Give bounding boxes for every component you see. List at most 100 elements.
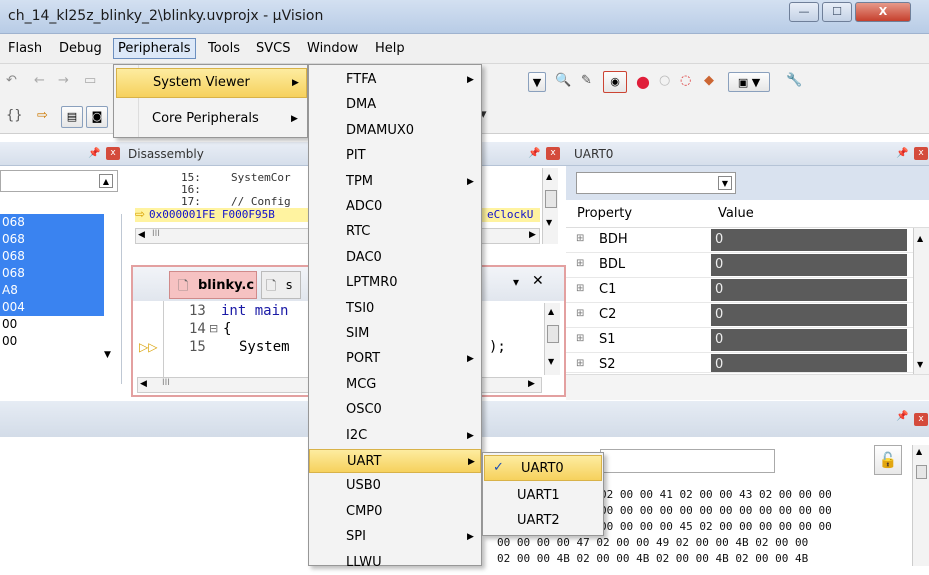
- maximize-button[interactable]: ☐: [822, 2, 852, 22]
- menu-flash[interactable]: Flash: [8, 41, 42, 56]
- menu-item-rtc[interactable]: RTC: [309, 220, 481, 244]
- scroll-up-icon[interactable]: ▲: [548, 307, 554, 316]
- scroll-right-icon[interactable]: ▶: [528, 379, 535, 389]
- close-button[interactable]: X: [855, 2, 911, 22]
- register-row[interactable]: 068: [0, 265, 104, 282]
- menu-item-adc0[interactable]: ADC0: [309, 195, 481, 219]
- uart-vscroll[interactable]: ▲ ▼: [913, 228, 929, 374]
- property-value[interactable]: 0: [711, 229, 907, 251]
- command-window-icon[interactable]: ▤: [61, 106, 83, 128]
- minimize-button[interactable]: —: [789, 2, 819, 22]
- pin-icon[interactable]: 📌: [896, 142, 908, 166]
- scroll-right-icon[interactable]: ▶: [529, 230, 536, 240]
- scroll-down-icon[interactable]: ▼: [104, 350, 111, 360]
- back-icon[interactable]: ←: [34, 73, 45, 88]
- property-value[interactable]: 0: [711, 254, 907, 276]
- register-row[interactable]: 068: [0, 248, 104, 265]
- menu-tools[interactable]: Tools: [208, 41, 240, 56]
- scroll-left-icon[interactable]: ◀: [140, 379, 147, 389]
- expand-icon[interactable]: ⊞: [576, 233, 584, 244]
- memory-address-input[interactable]: [600, 449, 775, 473]
- menu-debug[interactable]: Debug: [59, 41, 102, 56]
- menu-help[interactable]: Help: [375, 41, 405, 56]
- register-row[interactable]: 068: [0, 231, 104, 248]
- property-row[interactable]: ⊞ S1 0: [566, 328, 929, 353]
- menu-item-lptmr0[interactable]: LPTMR0: [309, 271, 481, 295]
- pin-icon[interactable]: 📌: [88, 142, 100, 166]
- property-row[interactable]: ⊞ BDH 0: [566, 228, 929, 253]
- menu-item-tpm[interactable]: TPM ▶: [309, 170, 481, 194]
- scroll-down-icon[interactable]: ▼: [548, 357, 554, 366]
- close-pane-icon[interactable]: x: [914, 413, 928, 426]
- menu-item-i2c[interactable]: I2C ▶: [309, 424, 481, 448]
- scroll-thumb[interactable]: [545, 190, 557, 208]
- property-value[interactable]: 0: [711, 329, 907, 351]
- close-pane-icon[interactable]: x: [106, 147, 120, 160]
- property-row[interactable]: ⊞ C1 0: [566, 278, 929, 303]
- undo-icon[interactable]: ↶: [6, 73, 17, 88]
- property-value[interactable]: 0: [711, 304, 907, 326]
- debug-session-icon[interactable]: ◉: [603, 71, 627, 93]
- tab-list-icon[interactable]: ▾: [513, 275, 519, 289]
- scroll-thumb[interactable]: III: [162, 378, 170, 388]
- forward-icon[interactable]: →: [58, 73, 69, 88]
- scroll-thumb[interactable]: [916, 465, 927, 479]
- menu-item-usb0[interactable]: USB0: [309, 474, 481, 498]
- expand-icon[interactable]: ⊞: [576, 258, 584, 269]
- register-row[interactable]: A8: [0, 282, 104, 299]
- target-dropdown-icon[interactable]: ▼: [528, 72, 546, 92]
- scroll-thumb[interactable]: III: [152, 229, 160, 239]
- scroll-up-icon[interactable]: ▲: [917, 234, 923, 243]
- chevron-down-icon[interactable]: ▼: [718, 176, 732, 190]
- property-row[interactable]: ⊞ S2 0: [566, 353, 929, 373]
- peripheral-select[interactable]: ▼: [576, 172, 736, 194]
- register-row[interactable]: 068: [0, 214, 104, 231]
- tab-other[interactable]: 🗋 s: [261, 271, 301, 299]
- disasm-vscroll[interactable]: ▲ ▼: [542, 168, 558, 244]
- watch-icon[interactable]: ◆: [704, 73, 714, 88]
- menu-item-cmp0[interactable]: CMP0: [309, 500, 481, 524]
- menu-item-uart0[interactable]: ✓ UART0: [484, 455, 602, 481]
- editor-vscroll[interactable]: ▲ ▼: [544, 303, 560, 375]
- property-row[interactable]: ⊞ BDL 0: [566, 253, 929, 278]
- scroll-down-icon[interactable]: ▼: [546, 218, 552, 227]
- menu-peripherals[interactable]: Peripherals: [113, 38, 196, 59]
- property-value[interactable]: 0: [711, 354, 907, 372]
- menu-item-osc0[interactable]: OSC0: [309, 398, 481, 422]
- bookmark-icon[interactable]: ▭: [84, 73, 96, 88]
- menu-item-dmamux0[interactable]: DMAMUX0: [309, 119, 481, 143]
- menu-svcs[interactable]: SVCS: [256, 41, 290, 56]
- property-value[interactable]: 0: [711, 279, 907, 301]
- wrench-icon[interactable]: 🔧: [786, 73, 802, 88]
- menu-item-core-peripherals[interactable]: Core Peripherals ▶: [114, 105, 307, 135]
- register-row[interactable]: 004: [0, 299, 104, 316]
- scroll-down-icon[interactable]: ▼: [917, 360, 923, 369]
- menu-item-pit[interactable]: PIT: [309, 144, 481, 168]
- scroll-up-icon[interactable]: ▲: [99, 174, 113, 188]
- view-dropdown-icon[interactable]: ▣ ▼: [728, 72, 770, 92]
- close-tab-icon[interactable]: ✕: [532, 273, 544, 289]
- expand-icon[interactable]: ⊞: [576, 358, 584, 369]
- menu-window[interactable]: Window: [307, 41, 358, 56]
- menu-item-uart1[interactable]: UART1: [483, 484, 603, 508]
- braces-icon[interactable]: {}: [6, 108, 23, 123]
- menu-item-port[interactable]: PORT ▶: [309, 347, 481, 371]
- registers-combo[interactable]: ▲: [0, 170, 118, 192]
- pin-icon[interactable]: 📌: [528, 142, 540, 166]
- menu-item-uart2[interactable]: UART2: [483, 509, 603, 533]
- menu-item-system-viewer[interactable]: System Viewer ▶: [116, 68, 307, 98]
- scroll-up-icon[interactable]: ▲: [546, 172, 552, 181]
- disassembly-window-icon[interactable]: ◙: [86, 106, 108, 128]
- close-pane-icon[interactable]: x: [914, 147, 928, 160]
- find-icon[interactable]: 🔍: [555, 73, 571, 88]
- pin-icon[interactable]: 📌: [896, 411, 908, 422]
- expand-icon[interactable]: ⊞: [576, 333, 584, 344]
- tab-blinky-c[interactable]: 🗋 blinky.c: [169, 271, 257, 299]
- breakpoint-icon[interactable]: ●: [636, 72, 650, 91]
- menu-item-uart[interactable]: UART ▶: [309, 449, 481, 473]
- menu-item-dac0[interactable]: DAC0: [309, 246, 481, 270]
- menu-item-tsi0[interactable]: TSI0: [309, 297, 481, 321]
- register-row[interactable]: 00: [0, 333, 104, 350]
- close-pane-icon[interactable]: x: [546, 147, 560, 160]
- menu-item-sim[interactable]: SIM: [309, 322, 481, 346]
